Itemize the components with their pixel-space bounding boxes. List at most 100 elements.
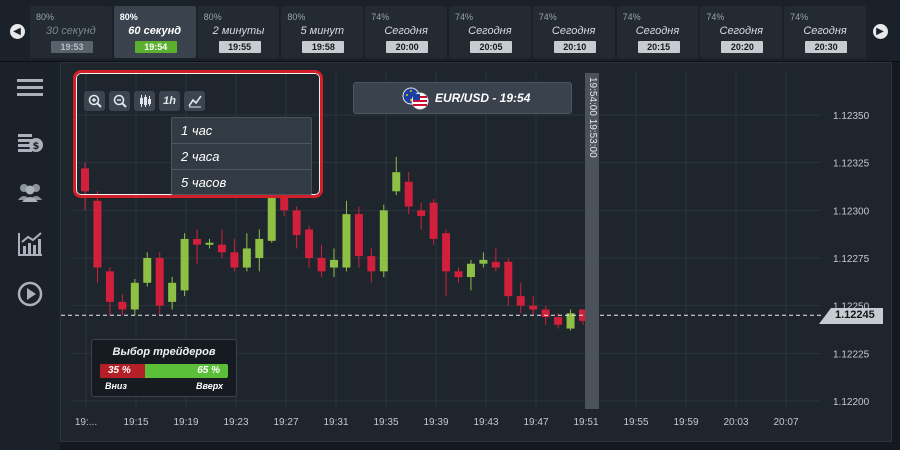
expiry-time: 20:20 [721, 41, 764, 53]
expiry-payout: 74% [622, 12, 641, 22]
x-tick-label: 19:59 [673, 417, 698, 428]
expiry-time: 20:00 [386, 41, 429, 53]
x-tick-label: 19:43 [473, 417, 498, 428]
candle-body [93, 200, 102, 268]
x-tick-label: 19:55 [623, 417, 648, 428]
expiry-payout: 74% [790, 12, 809, 22]
expiry-tile[interactable]: 80% 2 минуты 19:55 [197, 6, 280, 58]
menu-icon[interactable] [16, 74, 44, 102]
traders-up-pct: 65 % [197, 365, 220, 376]
x-tick-label: 19:35 [373, 417, 398, 428]
candle-body [379, 210, 388, 272]
expiry-time: 19:55 [218, 41, 261, 53]
sidebar: $ [0, 62, 60, 450]
y-tick-label: 1.12325 [833, 159, 870, 170]
expiry-payout: 74% [454, 12, 473, 22]
expiry-prev-button[interactable]: ◀ [6, 18, 28, 44]
expiry-name: Сегодня [635, 25, 680, 37]
expiry-tile[interactable]: 80% 5 минут 19:58 [281, 6, 364, 58]
traders-down-label: Вниз [105, 381, 128, 391]
expiry-tile[interactable]: 74% Сегодня 20:30 [784, 6, 866, 58]
expiry-tile[interactable]: 80% 30 секунд 19:53 [30, 6, 112, 58]
zoom-out-button[interactable] [109, 91, 130, 111]
candle-body [454, 271, 463, 278]
expiry-time-marker: 19:54:00 19:53:00 [585, 73, 599, 409]
candle-body [442, 233, 451, 272]
expiry-name: Сегодня [384, 25, 428, 37]
expiry-time: 19:58 [302, 41, 345, 53]
timeframe-option-1h[interactable]: 1 час [172, 118, 311, 144]
expiry-tile[interactable]: 74% Сегодня 20:20 [700, 6, 783, 58]
users-icon[interactable] [16, 178, 44, 206]
chart-toolbar-highlight: 1h 1 час 2 часа 5 часов [73, 70, 323, 198]
candle-body [554, 317, 563, 325]
current-price-label: 1.12245 [835, 309, 875, 321]
expiry-time: 20:30 [805, 41, 848, 53]
traders-choice-title: Выбор трейдеров [112, 346, 216, 358]
expiry-tile[interactable]: 74% Сегодня 20:15 [616, 6, 699, 58]
y-tick-label: 1.12200 [833, 397, 870, 408]
expiry-payout: 80% [287, 12, 306, 22]
x-tick-label: 19:51 [573, 417, 598, 428]
candles-icon [139, 95, 151, 107]
expiry-time: 19:54 [134, 41, 177, 53]
candle-body [516, 296, 525, 306]
candle-body [230, 252, 239, 268]
zoom-out-icon [113, 94, 127, 108]
coins-icon[interactable]: $ [16, 128, 44, 156]
candle-body [180, 238, 189, 291]
expiry-payout: 80% [119, 12, 138, 22]
asset-label: EUR/USD - 19:54 [435, 91, 531, 105]
expiry-tiles: 80% 30 секунд 19:53 80% 60 секунд 19:54 … [30, 6, 866, 58]
zoom-in-button[interactable] [84, 91, 105, 111]
expiry-payout: 74% [706, 12, 725, 22]
candle-body [267, 191, 276, 241]
analytics-icon[interactable] [16, 230, 44, 258]
y-tick-label: 1.12300 [833, 206, 870, 217]
traders-choice-bar: 35 % 65 % [100, 364, 228, 378]
expiry-tile-selected[interactable]: 80% 60 секунд 19:54 [113, 6, 196, 58]
expiry-name: 2 минуты [212, 25, 265, 37]
candle-body [429, 202, 438, 239]
candle-body [168, 282, 177, 302]
candle-body [205, 242, 214, 245]
x-tick-label: 19:15 [123, 417, 148, 428]
asset-selector[interactable]: EUR/USD - 19:54 [353, 82, 572, 114]
indicators-button[interactable] [184, 91, 205, 111]
expiry-tile[interactable]: 74% Сегодня 20:10 [532, 6, 615, 58]
y-tick-label: 1.12275 [833, 254, 870, 265]
candle-body [404, 181, 413, 207]
candle-body [479, 259, 488, 264]
candle-body [504, 261, 513, 297]
arrow-right-icon: ▶ [872, 23, 888, 39]
chart-type-button[interactable] [134, 91, 155, 111]
candle-body [130, 282, 139, 310]
traders-down-pct: 35 % [108, 365, 131, 376]
timeframe-button[interactable]: 1h [159, 91, 180, 111]
expiry-time: 20:05 [469, 41, 512, 53]
x-tick-label: 19:31 [323, 417, 348, 428]
expiry-next-button[interactable]: ▶ [869, 18, 891, 44]
expiry-name: Сегодня [551, 25, 596, 37]
expiry-bar: ◀ 80% 30 секунд 19:53 80% 60 секунд 19:5… [0, 0, 900, 62]
candle-body [118, 301, 127, 310]
expiry-tile[interactable]: 74% Сегодня 20:05 [448, 6, 531, 58]
candle-body [342, 214, 351, 268]
expiry-payout: 80% [203, 12, 222, 22]
y-tick-label: 1.12225 [833, 349, 870, 360]
x-tick-label: 19:19 [173, 417, 198, 428]
play-icon[interactable] [16, 280, 44, 308]
candle-body [392, 172, 401, 192]
expiry-tile[interactable]: 74% Сегодня 20:00 [365, 6, 447, 58]
zoom-in-icon [88, 94, 102, 108]
candle-body [354, 214, 363, 257]
x-tick-label: 20:07 [773, 417, 798, 428]
candle-body [466, 263, 475, 278]
current-price-tag: 1.12245 [819, 308, 883, 324]
timeframe-option-5h[interactable]: 5 часов [172, 170, 311, 196]
timeframe-option-2h[interactable]: 2 часа [172, 144, 311, 170]
traders-choice-widget: Выбор трейдеров 35 % 65 % Вниз Вверх [91, 339, 237, 397]
expiry-name: Сегодня [468, 25, 512, 37]
candle-body [317, 258, 326, 272]
price-chart[interactable]: 1.12350 1.12325 1.12300 1.12275 1.12250 1.122… [60, 62, 892, 442]
